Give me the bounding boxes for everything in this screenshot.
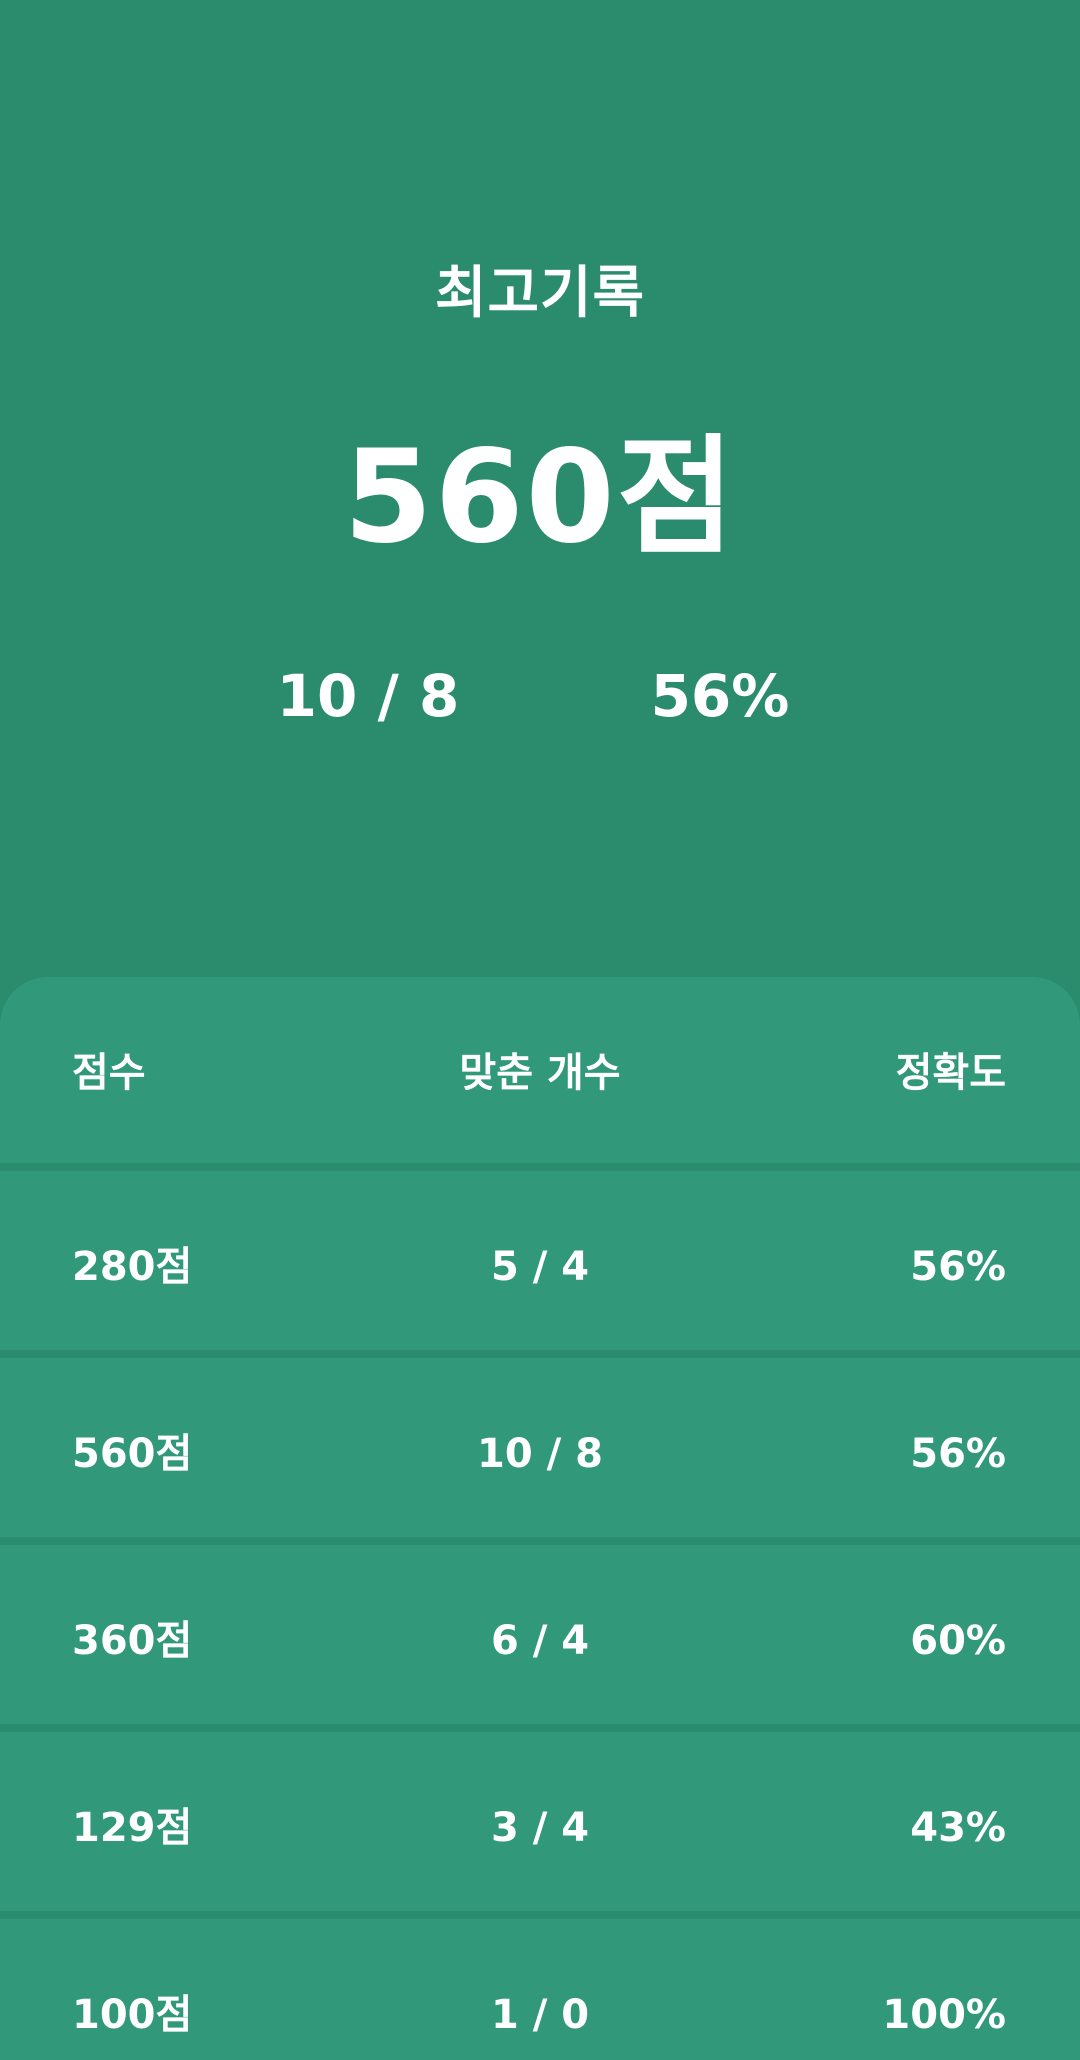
row-score: 560점 [72, 1431, 193, 1477]
header-correct: 맞춘 개수 [459, 1050, 621, 1096]
row-score: 129점 [72, 1805, 193, 1851]
table-row[interactable]: 560점 10 / 8 56% [0, 1350, 1080, 1537]
table-row[interactable]: 129점 3 / 4 43% [0, 1724, 1080, 1911]
row-accuracy: 43% [910, 1805, 1006, 1851]
row-accuracy: 56% [910, 1431, 1006, 1477]
row-correct: 3 / 4 [490, 1805, 590, 1851]
header-score: 점수 [72, 1050, 146, 1096]
best-record-title: 최고기록 [434, 261, 646, 326]
row-correct: 6 / 4 [490, 1618, 590, 1664]
table-header: 점수 맞춘 개수 정확도 [0, 977, 1080, 1163]
best-record-section: 최고기록 560점 10 / 8 56% [0, 0, 1080, 977]
table-row[interactable]: 360점 6 / 4 60% [0, 1537, 1080, 1724]
table-row[interactable]: 280점 5 / 4 56% [0, 1163, 1080, 1350]
best-score: 560점 [343, 423, 737, 572]
header-accuracy: 정확도 [895, 1050, 1006, 1096]
row-correct: 5 / 4 [490, 1244, 590, 1290]
row-accuracy: 100% [882, 1992, 1006, 2038]
row-correct: 1 / 0 [490, 1992, 590, 2038]
row-score: 360점 [72, 1618, 193, 1664]
row-score: 280점 [72, 1244, 193, 1290]
row-accuracy: 56% [910, 1244, 1006, 1290]
best-accuracy: 56% [650, 662, 790, 730]
table-row[interactable]: 100점 1 / 0 100% [0, 1911, 1080, 2060]
best-correct-count: 10 / 8 [276, 662, 460, 730]
row-correct: 10 / 8 [477, 1431, 603, 1477]
row-score: 100점 [72, 1992, 193, 2038]
score-history-table: 점수 맞춘 개수 정확도 280점 5 / 4 56% 560점 10 / 8 … [0, 977, 1080, 2060]
row-accuracy: 60% [910, 1618, 1006, 1664]
